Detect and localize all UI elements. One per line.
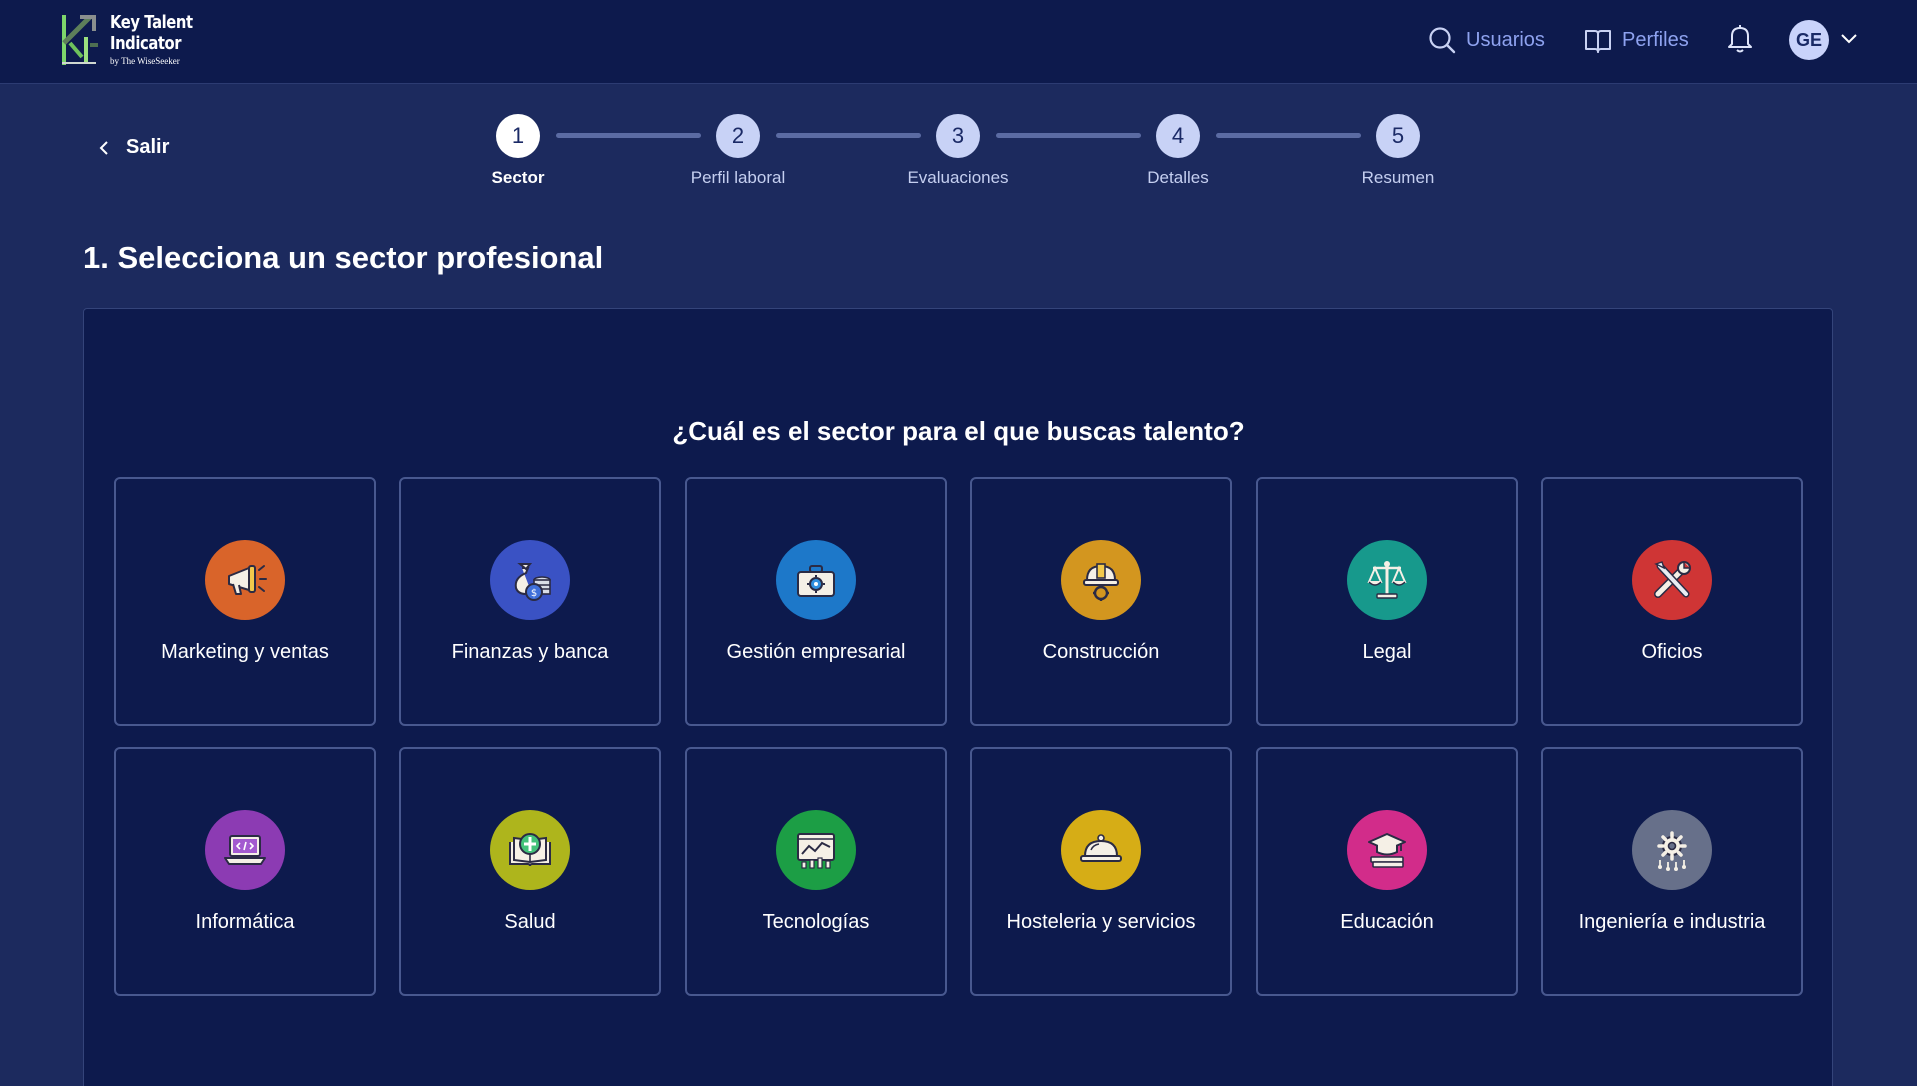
step-5-circle[interactable]: 5 bbox=[1376, 114, 1420, 158]
gear-circuit-icon bbox=[1632, 810, 1712, 890]
sector-card-hosteleria[interactable]: Hosteleria y servicios bbox=[970, 747, 1232, 996]
step-connector bbox=[996, 133, 1141, 138]
step-4-label: Detalles bbox=[1147, 168, 1209, 187]
back-label: Salir bbox=[126, 136, 170, 158]
step-2-circle[interactable]: 2 bbox=[716, 114, 760, 158]
sector-card-label: Hosteleria y servicios bbox=[1006, 911, 1196, 933]
sector-card-label: Salud bbox=[504, 911, 556, 933]
sector-card-label: Finanzas y banca bbox=[451, 641, 609, 663]
sector-card-label: Educación bbox=[1340, 911, 1434, 933]
sector-card-construccion[interactable]: Construcción bbox=[970, 477, 1232, 726]
sector-card-label: Gestión empresarial bbox=[726, 641, 906, 663]
back-button[interactable]: Salir bbox=[96, 136, 169, 159]
graduation-icon bbox=[1347, 810, 1427, 890]
sector-card-educacion[interactable]: Educación bbox=[1256, 747, 1518, 996]
logo-byline: by The WiseSeeker bbox=[110, 56, 180, 66]
avatar[interactable]: GE bbox=[1789, 20, 1829, 60]
step-connector bbox=[776, 133, 921, 138]
svg-text:$: $ bbox=[531, 588, 537, 599]
step-2-label: Perfil laboral bbox=[690, 168, 786, 187]
book-icon bbox=[1585, 30, 1611, 53]
logo-title-line2: Indicator bbox=[110, 33, 182, 54]
nav-perfiles[interactable]: Perfiles bbox=[1584, 26, 1689, 54]
sector-card-label: Legal bbox=[1362, 641, 1412, 663]
money-bag-icon: $ bbox=[490, 540, 570, 620]
sector-card-label: Marketing y ventas bbox=[161, 641, 329, 663]
scales-icon bbox=[1347, 540, 1427, 620]
logo[interactable]: Key Talent Indicator by The WiseSeeker bbox=[60, 12, 211, 68]
sector-card-ingenieria[interactable]: Ingeniería e industria bbox=[1541, 747, 1803, 996]
sector-card-tecnologias[interactable]: Tecnologías bbox=[685, 747, 947, 996]
step-3-label: Evaluaciones bbox=[907, 168, 1009, 187]
sector-card-oficios[interactable]: Oficios bbox=[1541, 477, 1803, 726]
tools-icon bbox=[1632, 540, 1712, 620]
sector-question: ¿Cuál es el sector para el que buscas ta… bbox=[672, 416, 1245, 446]
search-icon bbox=[1429, 27, 1456, 54]
sector-card-label: Tecnologías bbox=[762, 911, 870, 933]
top-bar: Key Talent Indicator by The WiseSeeker U… bbox=[0, 0, 1917, 84]
logo-mark-icon bbox=[62, 15, 98, 65]
sector-card-label: Ingeniería e industria bbox=[1578, 911, 1766, 933]
step-connector bbox=[556, 133, 701, 138]
chevron-left-icon bbox=[99, 140, 108, 155]
step-4-circle[interactable]: 4 bbox=[1156, 114, 1200, 158]
hard-hat-icon bbox=[1061, 540, 1141, 620]
sector-card-marketing[interactable]: Marketing y ventas bbox=[114, 477, 376, 726]
chevron-down-icon[interactable] bbox=[1840, 30, 1858, 48]
cloche-icon bbox=[1061, 810, 1141, 890]
nav-usuarios[interactable]: Usuarios bbox=[1428, 26, 1545, 54]
chart-screen-icon bbox=[776, 810, 856, 890]
sector-card-finanzas[interactable]: $ Finanzas y banca bbox=[399, 477, 661, 726]
nav-perfiles-label: Perfiles bbox=[1622, 28, 1689, 51]
sector-card-salud[interactable]: Salud bbox=[399, 747, 661, 996]
nav-usuarios-label: Usuarios bbox=[1466, 28, 1545, 51]
sector-card-legal[interactable]: Legal bbox=[1256, 477, 1518, 726]
step-connector bbox=[1216, 133, 1361, 138]
laptop-code-icon bbox=[205, 810, 285, 890]
sector-card-label: Oficios bbox=[1641, 641, 1703, 663]
sector-card-label: Construcción bbox=[1042, 641, 1160, 663]
step-5-label: Resumen bbox=[1361, 168, 1435, 187]
sector-card-informatica[interactable]: Informática bbox=[114, 747, 376, 996]
step-1-label: Sector bbox=[491, 168, 545, 187]
step-1-circle[interactable]: 1 bbox=[496, 114, 540, 158]
megaphone-icon bbox=[205, 540, 285, 620]
page-title: 1. Selecciona un sector profesional bbox=[83, 240, 604, 275]
sector-card-label: Informática bbox=[195, 911, 295, 933]
step-3-circle[interactable]: 3 bbox=[936, 114, 980, 158]
logo-title-line1: Key Talent bbox=[110, 12, 193, 33]
briefcase-icon bbox=[776, 540, 856, 620]
bell-icon[interactable] bbox=[1724, 22, 1756, 54]
health-book-icon bbox=[490, 810, 570, 890]
sector-card-gestion[interactable]: Gestión empresarial bbox=[685, 477, 947, 726]
